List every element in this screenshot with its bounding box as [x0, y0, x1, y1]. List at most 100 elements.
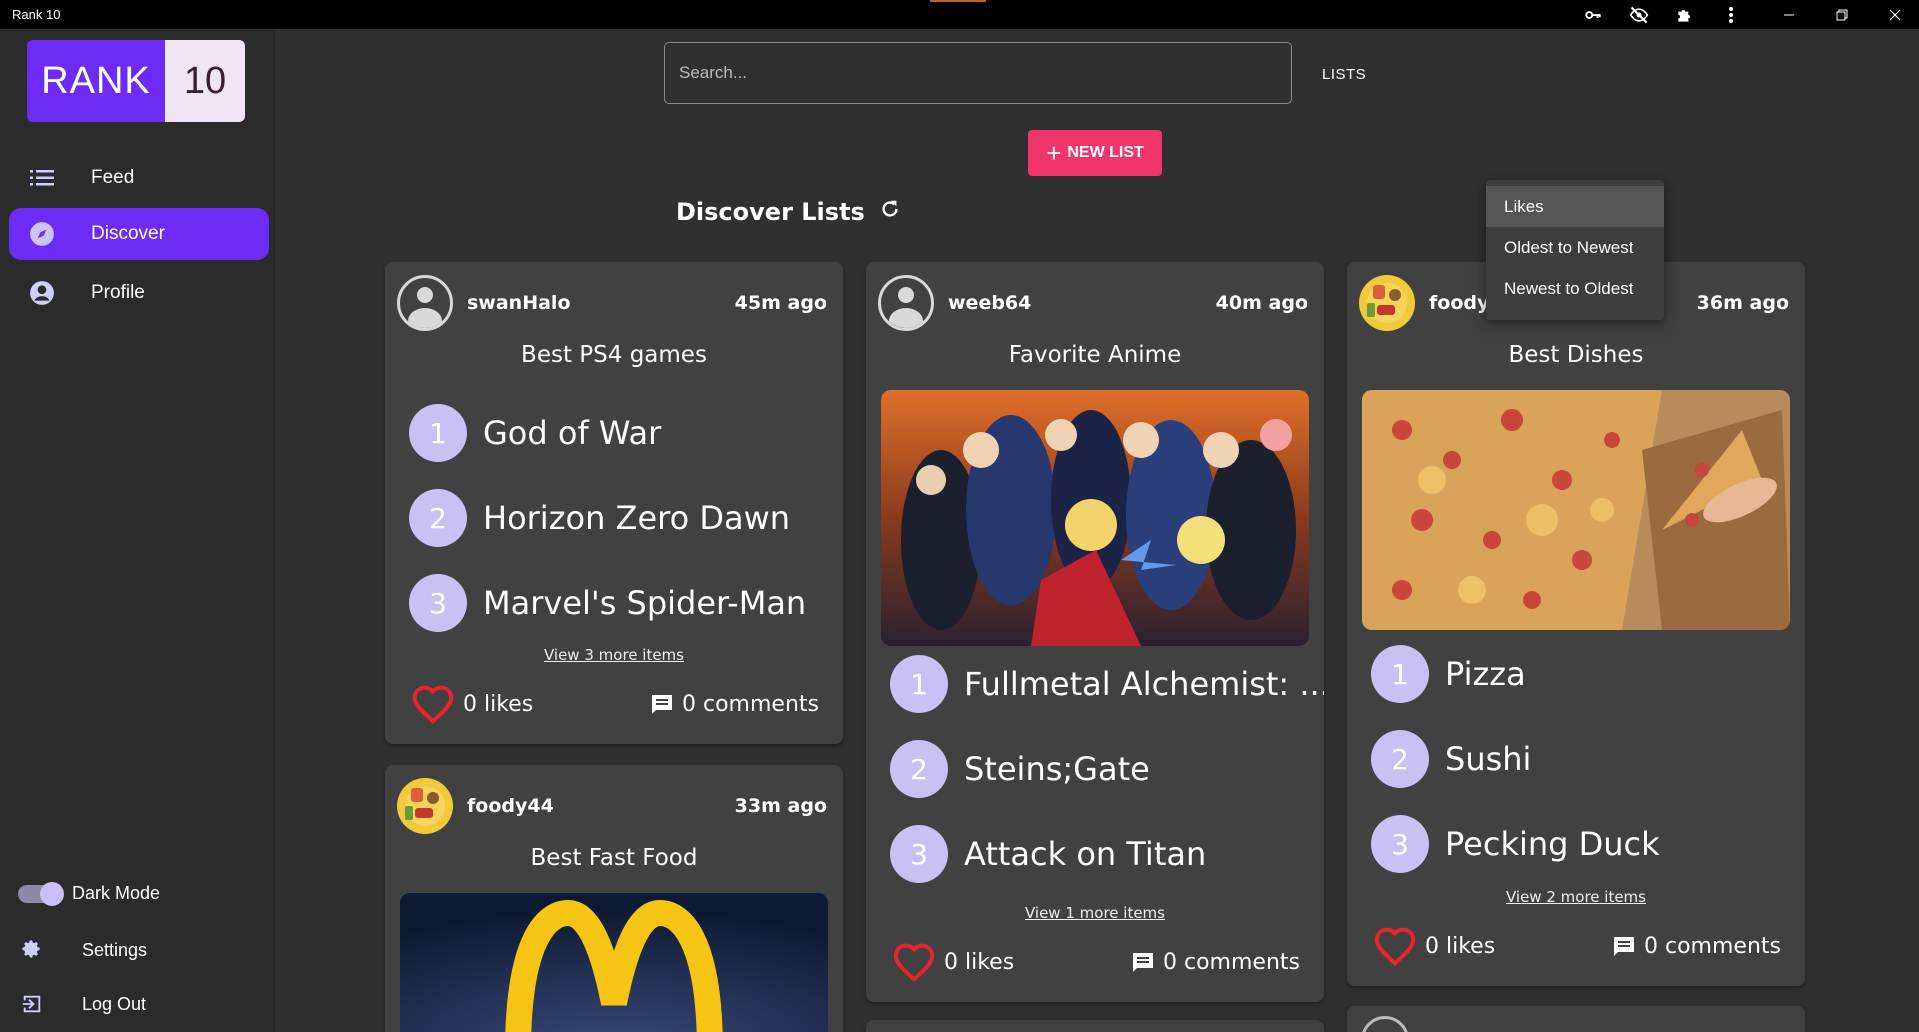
list-item: 3 Marvel's Spider-Man — [409, 574, 806, 632]
list-item: 2 Sushi — [1371, 730, 1531, 788]
list-card[interactable]: weeb64 40m ago Favorite Anime 1 Fullmeta… — [866, 262, 1324, 1002]
rank-badge: 1 — [1371, 645, 1429, 703]
avatar[interactable] — [878, 275, 934, 331]
list-card[interactable]: swanHalo 45m ago Best PS4 games 1 God of… — [385, 262, 843, 744]
card-footer: 0 likes 0 comments — [1373, 924, 1781, 968]
logo-number-text: 10 — [165, 40, 245, 122]
more-vert-icon[interactable] — [1720, 4, 1742, 26]
likes-count: 0 likes — [944, 949, 1015, 975]
view-more-link[interactable]: View 3 more items — [385, 646, 843, 664]
list-item: 2 Horizon Zero Dawn — [409, 489, 790, 547]
comments-button[interactable]: 0 comments — [650, 692, 819, 717]
search-input[interactable] — [664, 42, 1292, 104]
card-header: foody44 33m ago — [397, 778, 827, 834]
sort-option-oldest-to-newest[interactable]: Oldest to Newest — [1486, 227, 1664, 268]
logout-label: Log Out — [82, 993, 147, 1014]
card-title: Best Dishes — [1508, 342, 1644, 368]
heart-icon[interactable] — [1373, 926, 1417, 966]
dark-mode-switch[interactable] — [18, 881, 64, 906]
close-icon[interactable] — [1884, 4, 1906, 26]
rank-badge: 3 — [890, 825, 948, 883]
list-card[interactable]: foody44 33m ago Best Fast Food — [385, 765, 843, 1032]
timestamp: 45m ago — [734, 292, 827, 314]
list-item: 1 Fullmetal Alchemist: ... — [890, 655, 1324, 713]
account-icon — [27, 278, 57, 308]
sort-menu: Likes Oldest to Newest Newest to Oldest — [1486, 180, 1664, 320]
comment-icon — [1133, 953, 1154, 972]
lists-link[interactable]: LISTS — [1322, 66, 1366, 83]
sidebar-item-label: Feed — [91, 167, 135, 188]
avatar[interactable] — [397, 275, 453, 331]
dark-mode-label: Dark Mode — [72, 883, 161, 903]
heart-icon[interactable] — [411, 684, 455, 724]
logo-rank-text: RANK — [27, 40, 165, 122]
comments-count: 0 comments — [682, 691, 819, 717]
avatar[interactable] — [1359, 275, 1415, 331]
sidebar-item-profile[interactable]: Profile — [9, 267, 269, 319]
list-item: 2 Steins;Gate — [890, 740, 1150, 798]
list-item: 1 Pizza — [1371, 645, 1526, 703]
timestamp: 40m ago — [1215, 292, 1308, 314]
window-titlebar: Rank 10 — [0, 0, 1919, 29]
sort-option-newest-to-oldest[interactable]: Newest to Oldest — [1486, 268, 1664, 309]
view-more-link[interactable]: View 2 more items — [1347, 888, 1805, 906]
sidebar-item-discover[interactable]: Discover — [9, 208, 269, 260]
rank-item-label: Horizon Zero Dawn — [483, 499, 791, 537]
discover-title-text: Discover Lists — [676, 198, 865, 226]
list-card[interactable] — [1347, 1006, 1805, 1032]
card-title: Favorite Anime — [1008, 342, 1182, 368]
list-image — [400, 893, 828, 1032]
list-card[interactable] — [866, 1020, 1324, 1032]
list-item: 3 Attack on Titan — [890, 825, 1206, 883]
new-list-button[interactable]: + NEW LIST — [1028, 130, 1162, 176]
sidebar-item-feed[interactable]: Feed — [9, 152, 269, 204]
card-footer: 0 likes 0 comments — [892, 940, 1300, 984]
list-item: 1 God of War — [409, 404, 661, 462]
timestamp: 33m ago — [734, 795, 827, 817]
minimize-icon[interactable] — [1778, 4, 1800, 26]
avatar[interactable] — [1361, 1016, 1409, 1032]
rank-badge: 2 — [890, 740, 948, 798]
heart-icon[interactable] — [892, 942, 936, 982]
card-header: swanHalo 45m ago — [397, 275, 827, 331]
new-list-label: NEW LIST — [1067, 144, 1144, 161]
logout-icon — [18, 993, 46, 1015]
rank-item-label: Marvel's Spider-Man — [483, 584, 807, 622]
settings-button[interactable]: Settings — [18, 939, 147, 961]
gear-icon — [18, 939, 46, 961]
settings-label: Settings — [82, 939, 148, 960]
app-logo[interactable]: RANK 10 — [27, 40, 245, 122]
sort-option-likes[interactable]: Likes — [1486, 186, 1664, 227]
logout-button[interactable]: Log Out — [18, 993, 146, 1015]
list-image — [1362, 390, 1790, 630]
username[interactable]: foody44 — [467, 795, 554, 817]
eye-off-icon[interactable] — [1628, 4, 1650, 26]
refresh-icon[interactable] — [879, 198, 901, 226]
rank-item-label: Sushi — [1445, 740, 1532, 778]
puzzle-icon[interactable] — [1674, 4, 1696, 26]
view-more-link[interactable]: View 1 more items — [866, 904, 1324, 922]
rank-badge: 1 — [890, 655, 948, 713]
sidebar: RANK 10 Feed Discover Profile Dark Mode … — [0, 29, 275, 1032]
dark-mode-toggle-row[interactable]: Dark Mode — [18, 881, 161, 906]
rank-item-label: Attack on Titan — [964, 835, 1207, 873]
plus-icon: + — [1046, 138, 1062, 168]
comments-count: 0 comments — [1644, 933, 1781, 959]
rank-item-label: Fullmetal Alchemist: ... — [964, 665, 1324, 703]
comments-count: 0 comments — [1163, 949, 1300, 975]
username[interactable]: swanHalo — [467, 292, 571, 314]
rank-item-label: Pizza — [1445, 655, 1526, 693]
comments-button[interactable]: 0 comments — [1612, 934, 1781, 959]
key-icon[interactable] — [1582, 4, 1604, 26]
username[interactable]: weeb64 — [948, 292, 1031, 314]
list-item: 3 Pecking Duck — [1371, 815, 1660, 873]
likes-count: 0 likes — [463, 691, 534, 717]
window-title: Rank 10 — [12, 7, 61, 22]
list-card[interactable]: foody44 36m ago Best Dishes 1 Pizza 2 Su… — [1347, 262, 1805, 986]
comment-icon — [652, 695, 673, 714]
page-title: Discover Lists — [676, 198, 901, 226]
card-title: Best PS4 games — [521, 342, 707, 368]
avatar[interactable] — [397, 778, 453, 834]
comments-button[interactable]: 0 comments — [1131, 950, 1300, 975]
restore-icon[interactable] — [1831, 4, 1853, 26]
